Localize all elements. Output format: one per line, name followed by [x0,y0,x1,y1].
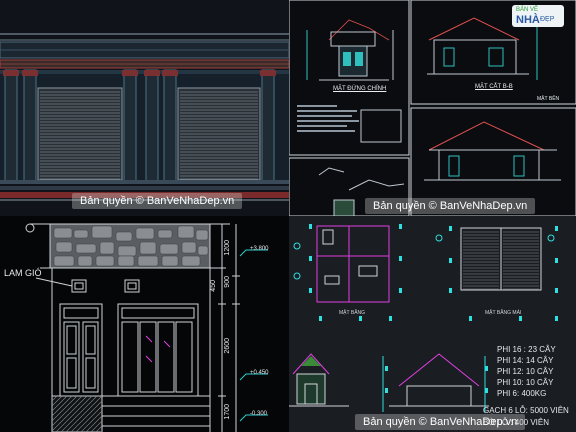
caption-roof-plan: MẶT BẰNG MÁI [485,310,522,316]
panel-drawing-sheets[interactable]: MẶT ĐỨNG CHÍNH MẶT CẮT B-B MẶT BÊN BẢN V… [289,0,576,216]
level-bottom: -0.300 [250,411,268,417]
watermark: Bản quyền © BanVeNhaDep.vn [72,193,243,209]
dim-6: 450 [210,280,217,292]
label-section: MẶT CẮT B-B [475,84,513,90]
site-logo: BẢN VẼ NHÀ ĐẸP [512,5,564,27]
label-facade: MẶT ĐỨNG CHÍNH [333,86,387,92]
dim-4: 1700 [224,404,231,420]
watermark: Bản quyền © BanVeNhaDep.vn [365,198,536,214]
label-side: MẶT BÊN [537,96,560,102]
material-item: PHI 6: 400KG [497,389,547,398]
panel-front-elevation[interactable]: LAM GIÓ 1200 900 450 2600 1700 +3.800 +0… [0,216,289,432]
dim-5: 900 [224,276,231,288]
panel-facade-elevation[interactable]: Bản quyền © BanVeNhaDep.vn [0,0,289,216]
plans-drawing [289,224,558,412]
panel-plans-materials[interactable]: MẶT BẰNG MẶT BẰNG MÁI PHI 16 : 23 CÂY PH… [289,216,576,432]
sheets-drawing [289,0,576,216]
caption-floor-plan: MẶT BẰNG [339,310,366,316]
dim-3: 2600 [224,338,231,354]
material-item: PHI 10: 10 CÂY [497,378,554,387]
materials-list: PHI 16 : 23 CÂY PHI 14: 14 CÂY PHI 12: 1… [497,344,576,399]
front-elevation-drawing [25,223,268,432]
material-item: PHI 12: 10 CÂY [497,367,554,376]
dim-1: 1200 [224,240,231,256]
material-item: PHI 14: 14 CÂY [497,356,554,365]
level-mid: +0.450 [250,370,269,376]
watermark: Bản quyền © BanVeNhaDep.vn [355,414,526,430]
level-top: +3.800 [250,246,269,252]
facade-drawing [0,0,289,216]
label-vent: LAM GIÓ [4,268,42,278]
material-item: PHI 16 : 23 CÂY [497,345,556,354]
